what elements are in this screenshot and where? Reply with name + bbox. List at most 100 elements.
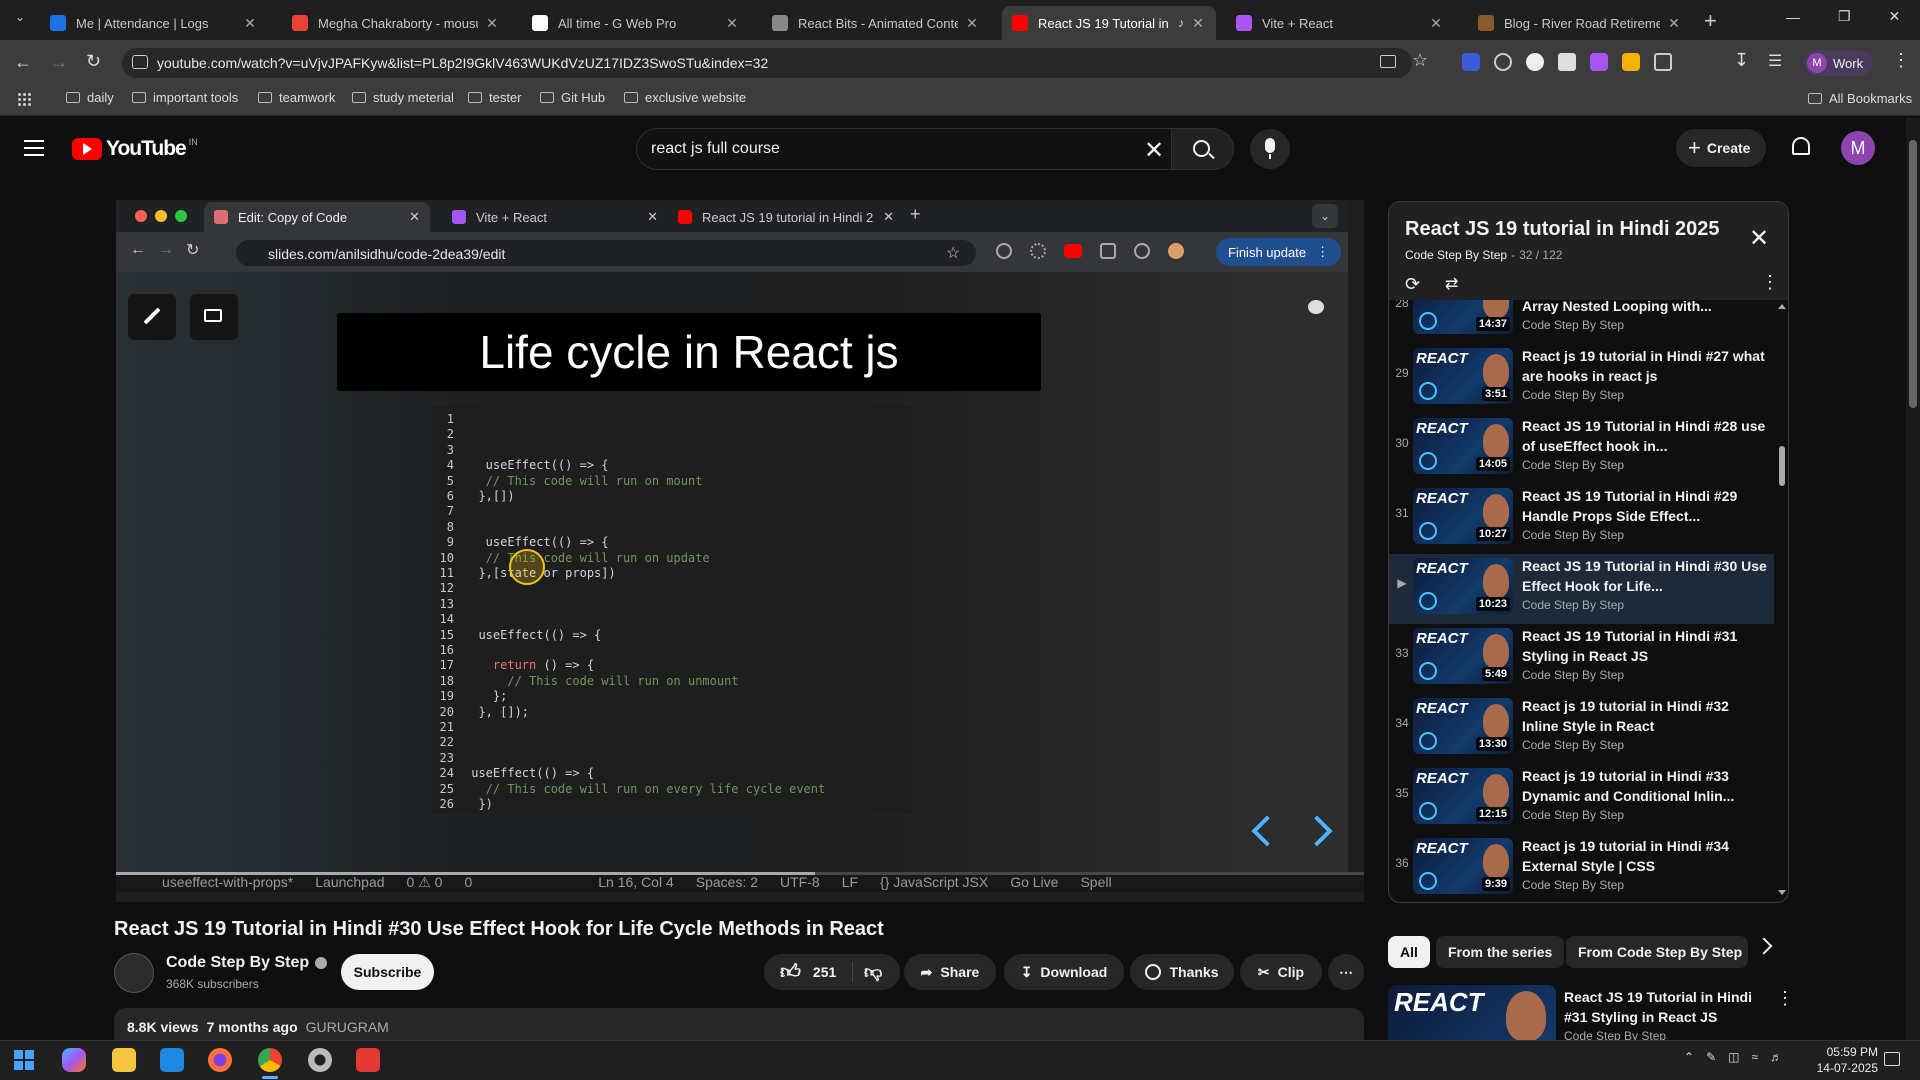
search-button[interactable] xyxy=(1172,128,1234,170)
playlist-scroll-thumb[interactable] xyxy=(1779,446,1785,486)
close-tab-icon[interactable]: ✕ xyxy=(724,15,740,32)
bookmark-star-icon[interactable]: ☆ xyxy=(1412,50,1428,71)
browser-tab[interactable]: Vite + React ✕ xyxy=(1226,6,1454,40)
chips-next-icon[interactable] xyxy=(1755,937,1773,955)
downloads-icon[interactable]: ↧ xyxy=(1734,50,1749,71)
clear-search-icon[interactable]: ✕ xyxy=(1144,136,1164,165)
playlist-item[interactable]: 35 REACT 12:15 React js 19 tutorial in Hind… xyxy=(1389,764,1774,834)
back-icon[interactable]: ← xyxy=(14,52,32,73)
filter-chip[interactable]: All xyxy=(1388,936,1430,968)
playlist-item[interactable]: 33 REACT 5:49 React JS 19 Tutorial in Hindi… xyxy=(1389,624,1774,694)
file-explorer-icon[interactable] xyxy=(112,1048,136,1072)
clock[interactable]: 05:59 PM 14-07-2025 xyxy=(1808,1044,1878,1076)
browser-tab[interactable]: All time - G Web Pro ✕ xyxy=(522,6,750,40)
new-tab-button[interactable]: + xyxy=(1704,8,1717,34)
notification-center-icon[interactable] xyxy=(1884,1052,1900,1066)
account-avatar[interactable]: M xyxy=(1841,131,1875,165)
guide-menu-icon[interactable] xyxy=(24,140,44,156)
playlist-menu-icon[interactable]: ⋮ xyxy=(1761,272,1779,293)
playlist-item[interactable]: 36 REACT 9:39 React js 19 tutorial in Hindi… xyxy=(1389,834,1774,902)
all-bookmarks[interactable]: All Bookmarks xyxy=(1808,91,1912,106)
like-button[interactable]: 👍︎ 251 👎︎ xyxy=(764,954,900,990)
start-button-icon[interactable] xyxy=(14,1050,34,1070)
extension-2-icon[interactable] xyxy=(1494,53,1512,71)
search-input[interactable] xyxy=(651,138,1131,160)
close-window-icon[interactable]: ✕ xyxy=(1889,8,1901,25)
browser-menu-icon[interactable]: ⋮ xyxy=(1892,50,1910,71)
bookmark-folder[interactable]: Git Hub xyxy=(540,90,605,105)
browser-tab[interactable]: React JS 19 Tutorial in Hindi ♪ ✕ xyxy=(1002,6,1216,40)
thanks-button[interactable]: Thanks xyxy=(1130,954,1234,990)
channel-name[interactable]: Code Step By Step xyxy=(166,954,309,972)
close-tab-icon[interactable]: ✕ xyxy=(1190,15,1206,32)
playlist-title[interactable]: React JS 19 tutorial in Hindi 2025 xyxy=(1405,218,1720,241)
close-tab-icon[interactable]: ✕ xyxy=(484,15,500,32)
reading-list-icon[interactable]: ☰ xyxy=(1768,51,1782,71)
subscribe-button[interactable]: Subscribe xyxy=(341,954,434,990)
create-button[interactable]: + Create xyxy=(1676,129,1767,167)
thumbs-down-icon[interactable]: 👎︎ xyxy=(864,961,882,983)
close-tab-icon[interactable]: ✕ xyxy=(1666,15,1682,32)
share-button[interactable]: ➦ Share xyxy=(904,954,996,990)
minimize-icon[interactable]: — xyxy=(1786,9,1800,25)
pen-icon[interactable]: ✎ xyxy=(1706,1050,1716,1064)
filter-chip[interactable]: From Code Step By Step xyxy=(1566,936,1748,968)
tab-search-button[interactable]: ⌄ xyxy=(8,10,32,30)
playlist-owner[interactable]: Code Step By Step xyxy=(1405,248,1507,262)
restore-icon[interactable]: ❐ xyxy=(1838,8,1851,25)
more-actions-button[interactable]: ⋯ xyxy=(1328,954,1364,990)
youtube-logo[interactable]: YouTube IN xyxy=(72,137,198,161)
playlist-item[interactable]: 29 REACT 3:51 React js 19 tutorial in Hindi… xyxy=(1389,344,1774,414)
display-icon[interactable]: ◫ xyxy=(1728,1050,1739,1064)
voice-search-button[interactable] xyxy=(1250,129,1290,169)
notifications-bell-icon[interactable] xyxy=(1792,137,1810,155)
playlist-item[interactable]: ▶ REACT 10:23 React JS 19 Tutorial in Hindi… xyxy=(1389,554,1774,624)
shuffle-icon[interactable]: ⇄ xyxy=(1445,274,1458,294)
tray-chevron-icon[interactable]: ⌃ xyxy=(1684,1050,1694,1064)
scroll-up-icon[interactable] xyxy=(1778,304,1786,309)
bookmark-folder[interactable]: important tools xyxy=(132,90,238,105)
bookmark-folder[interactable]: teamwork xyxy=(258,90,335,105)
chrome-icon[interactable] xyxy=(258,1048,282,1072)
extension-5-icon[interactable] xyxy=(1590,53,1608,71)
firefox-icon[interactable] xyxy=(208,1048,232,1072)
close-tab-icon[interactable]: ✕ xyxy=(964,15,980,32)
tab-audio-icon[interactable]: ♪ xyxy=(1178,16,1184,30)
browser-tab[interactable]: React Bits - Animated Content ✕ xyxy=(762,6,990,40)
copilot-icon[interactable] xyxy=(62,1048,86,1072)
playlist-item[interactable]: 30 REACT 14:05 React JS 19 Tutorial in Hind… xyxy=(1389,414,1774,484)
page-scrollbar[interactable] xyxy=(1906,118,1920,1040)
profile-button[interactable]: M Work xyxy=(1804,50,1874,76)
close-tab-icon[interactable]: ✕ xyxy=(1428,15,1444,32)
close-tab-icon[interactable]: ✕ xyxy=(242,15,258,32)
browser-tab[interactable]: Me | Attendance | Logs ✕ xyxy=(40,6,268,40)
wifi-icon[interactable]: ≈ xyxy=(1751,1050,1758,1064)
playlist-item[interactable]: 28 REACT14:37 React js 19 tutorial in Hind… xyxy=(1389,300,1774,344)
extension-3-icon[interactable] xyxy=(1526,53,1544,71)
playlist-item[interactable]: 31 REACT 10:27 React JS 19 Tutorial in Hind… xyxy=(1389,484,1774,554)
extension-4-icon[interactable] xyxy=(1558,53,1576,71)
playlist-item[interactable]: 34 REACT 13:30 React js 19 tutorial in Hind… xyxy=(1389,694,1774,764)
reload-icon[interactable]: ↻ xyxy=(86,51,101,72)
bookmark-folder[interactable]: exclusive website xyxy=(624,90,746,105)
close-playlist-icon[interactable]: ✕ xyxy=(1749,224,1769,253)
app-red-icon[interactable] xyxy=(356,1048,380,1072)
volume-icon[interactable]: ♬ xyxy=(1770,1050,1782,1064)
page-scroll-thumb[interactable] xyxy=(1909,140,1917,408)
browser-tab[interactable]: Blog - River Road Retirement R ✕ xyxy=(1468,6,1692,40)
extension-1-icon[interactable] xyxy=(1462,53,1480,71)
forward-icon[interactable]: → xyxy=(50,52,68,73)
channel-avatar[interactable] xyxy=(114,953,154,993)
bookmark-folder[interactable]: tester xyxy=(468,90,522,105)
playlist-scrollbar[interactable] xyxy=(1778,300,1786,902)
bookmark-folder[interactable]: study meterial xyxy=(352,90,454,105)
extension-6-icon[interactable] xyxy=(1622,53,1640,71)
download-button[interactable]: ↧ Download xyxy=(1004,954,1124,990)
apps-grid-icon[interactable] xyxy=(17,92,31,106)
vscode-icon[interactable] xyxy=(160,1048,184,1072)
recommendation-title[interactable]: React JS 19 Tutorial in Hindi #31 Stylin… xyxy=(1564,987,1754,1027)
install-app-icon[interactable] xyxy=(1380,55,1396,68)
bookmark-folder[interactable]: daily xyxy=(66,90,114,105)
site-info-icon[interactable] xyxy=(132,55,148,69)
extensions-puzzle-icon[interactable] xyxy=(1654,53,1672,71)
